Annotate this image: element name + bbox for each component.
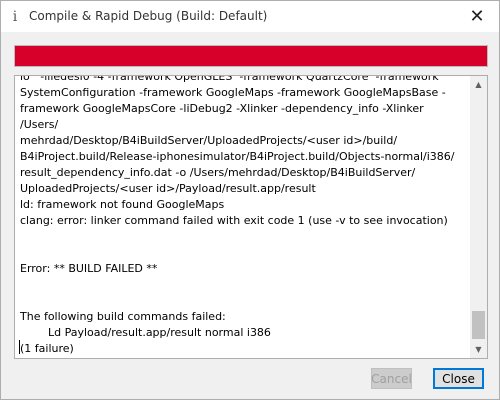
progress-fill <box>15 46 487 66</box>
text-caret <box>19 340 20 354</box>
vertical-scrollbar[interactable]: ▲ ▼ <box>470 76 487 358</box>
title-bar: i Compile & Rapid Debug (Build: Default)… <box>1 1 499 32</box>
scroll-down-arrow-icon[interactable]: ▼ <box>470 341 487 358</box>
window-title: Compile & Rapid Debug (Build: Default) <box>29 9 268 23</box>
info-icon: i <box>12 9 18 25</box>
cancel-button[interactable]: Cancel <box>371 368 412 389</box>
log-text: lo -lliedesi0 -4 -framework OpenGLES -fr… <box>20 75 455 355</box>
scroll-track[interactable] <box>470 93 487 341</box>
progress-bar <box>14 45 488 67</box>
log-textarea[interactable]: lo -lliedesi0 -4 -framework OpenGLES -fr… <box>14 75 488 359</box>
scroll-thumb[interactable] <box>472 311 485 339</box>
scroll-up-arrow-icon[interactable]: ▲ <box>470 76 487 93</box>
dialog-window: i Compile & Rapid Debug (Build: Default)… <box>0 0 500 400</box>
close-button[interactable]: Close <box>433 368 484 389</box>
close-icon[interactable]: ✕ <box>463 4 491 28</box>
